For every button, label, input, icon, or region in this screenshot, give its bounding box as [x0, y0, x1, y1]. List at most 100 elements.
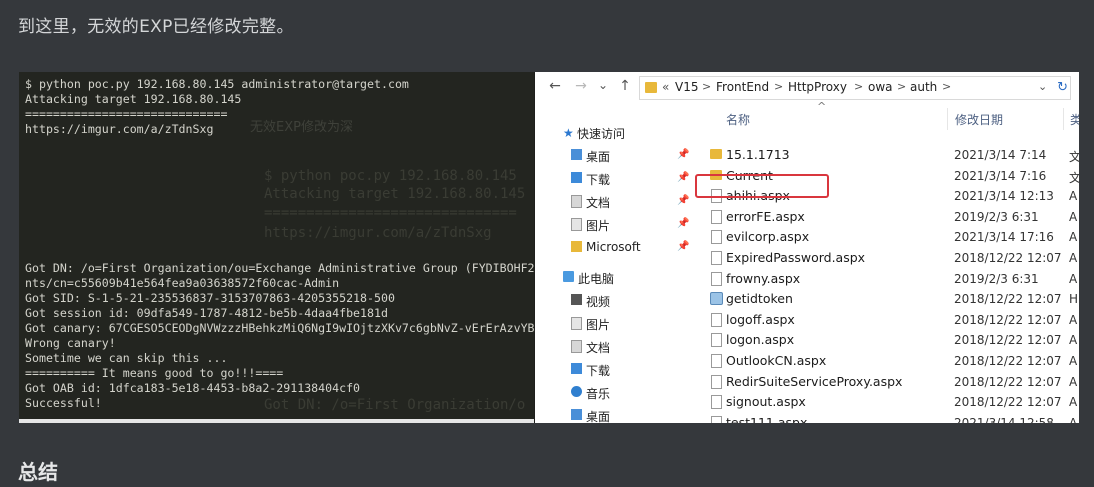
- nav-this-pc[interactable]: 此电脑: [578, 270, 614, 287]
- nav-pc-pictures[interactable]: 图片: [586, 316, 610, 333]
- chevron-right-icon[interactable]: >: [942, 80, 951, 93]
- pin-icon[interactable]: 📌: [677, 149, 689, 160]
- address-bar[interactable]: « V15 > FrontEnd > HttpProxy > owa > aut…: [639, 76, 1071, 100]
- ghost-line: Got DN: /o=First Organization/o: [264, 397, 526, 413]
- folder-icon: [571, 241, 582, 252]
- breadcrumb-auth[interactable]: auth: [910, 80, 937, 94]
- breadcrumb-v15[interactable]: V15: [675, 80, 698, 94]
- chevron-right-icon[interactable]: >: [774, 80, 783, 93]
- column-divider[interactable]: [947, 108, 948, 130]
- address-toolbar: ← → ⌄ ↑ « V15 > FrontEnd > HttpProxy > o…: [535, 72, 1079, 102]
- file-icon: [711, 354, 722, 368]
- file-row[interactable]: 15.1.1713 2021/3/14 7:14 文: [695, 145, 1079, 165]
- sort-ascending-icon: ^: [817, 100, 827, 113]
- pin-icon[interactable]: 📌: [677, 172, 689, 183]
- terminal-line: Got OAB id: 1dfca183-5e18-4453-b8a2-2911…: [25, 381, 361, 395]
- chevron-down-icon[interactable]: ⌄: [1038, 80, 1047, 93]
- nav-quick-access[interactable]: 快速访问: [577, 125, 625, 142]
- highlight-annotation: [695, 174, 829, 198]
- file-modified-date: 2019/2/3 6:31: [954, 209, 1039, 224]
- ghost-title-text: 无效EXP修改为深: [250, 120, 353, 135]
- chevron-right-icon[interactable]: >: [854, 80, 863, 93]
- file-name: ExpiredPassword.aspx: [726, 250, 866, 265]
- file-type: A: [1069, 374, 1078, 389]
- nav-downloads[interactable]: 下载: [586, 171, 610, 188]
- file-row[interactable]: OutlookCN.aspx 2018/12/22 12:07 A: [695, 351, 1079, 371]
- terminal-line: https://imgur.com/a/zTdnSxg: [25, 122, 214, 136]
- file-row[interactable]: evilcorp.aspx 2021/3/14 17:16 A: [695, 227, 1079, 247]
- file-type: A: [1069, 209, 1078, 224]
- music-icon: [571, 386, 582, 397]
- section-heading: 总结: [18, 460, 58, 484]
- terminal-line: nts/cn=c55609b41e564fea9a03638572f60cac-…: [25, 276, 340, 290]
- nav-pictures[interactable]: 图片: [586, 217, 610, 234]
- terminal-line: =============================: [25, 107, 228, 121]
- download-icon: [571, 172, 582, 183]
- file-icon: [711, 271, 722, 286]
- nav-music[interactable]: 音乐: [586, 385, 610, 402]
- pin-icon[interactable]: 📌: [677, 218, 689, 229]
- chevron-right-icon[interactable]: >: [897, 80, 906, 93]
- documents-icon: [571, 340, 582, 353]
- terminal-scrollbar[interactable]: [19, 419, 534, 423]
- nav-pc-downloads[interactable]: 下载: [586, 362, 610, 379]
- nav-desktop[interactable]: 桌面: [586, 148, 610, 165]
- file-icon: [711, 415, 722, 423]
- breadcrumb-overflow[interactable]: «: [662, 80, 669, 94]
- nav-pc-documents[interactable]: 文档: [586, 339, 610, 356]
- nav-pc-desktop[interactable]: 桌面: [586, 408, 610, 423]
- page-icon: [710, 292, 723, 306]
- file-row[interactable]: logoff.aspx 2018/12/22 12:07 A: [695, 310, 1079, 330]
- file-row[interactable]: getidtoken 2018/12/22 12:07 H: [695, 289, 1079, 309]
- file-modified-date: 2018/12/22 12:07: [954, 251, 1062, 265]
- terminal-line: $ python poc.py 192.168.80.145 administr…: [25, 77, 409, 91]
- terminal-line: Successful!: [25, 396, 102, 410]
- file-modified-date: 2021/3/14 12:13: [954, 189, 1054, 204]
- nav-documents[interactable]: 文档: [586, 194, 610, 211]
- chevron-right-icon[interactable]: >: [702, 80, 711, 93]
- forward-arrow-icon[interactable]: →: [573, 78, 589, 94]
- file-modified-date: 2018/12/22 12:07: [954, 333, 1062, 348]
- file-icon: [711, 251, 722, 265]
- terminal-line: Wrong canary!: [25, 336, 116, 350]
- file-row[interactable]: logon.aspx 2018/12/22 12:07 A: [695, 330, 1079, 350]
- file-modified-date: 2021/3/14 7:16: [954, 168, 1047, 183]
- file-icon: [711, 230, 722, 245]
- file-row[interactable]: RedirSuiteServiceProxy.aspx 2018/12/22 12…: [695, 372, 1079, 392]
- file-icon: [711, 374, 722, 389]
- nav-videos[interactable]: 视频: [586, 293, 610, 310]
- file-modified-date: 2019/2/3 6:31: [954, 271, 1039, 286]
- file-name: logon.aspx: [726, 332, 795, 348]
- breadcrumb-frontend[interactable]: FrontEnd: [716, 80, 769, 94]
- back-arrow-icon[interactable]: ←: [547, 78, 563, 94]
- documents-icon: [571, 195, 582, 208]
- terminal-line: Got SID: S-1-5-21-235536837-3153707863-4…: [25, 291, 395, 305]
- breadcrumb-httpproxy[interactable]: HttpProxy: [788, 80, 847, 94]
- article-intro-text: 到这里，无效的EXP已经修改完整。: [18, 17, 294, 37]
- recent-locations-icon[interactable]: ⌄: [595, 78, 611, 92]
- terminal-line: Got canary: 67CGESO5CEODgNVWzzzHBehkzMiQ…: [25, 321, 534, 335]
- computer-icon: [563, 271, 574, 282]
- column-header-type[interactable]: 类: [1070, 111, 1079, 128]
- pin-icon[interactable]: 📌: [677, 241, 689, 252]
- nav-microsoft[interactable]: Microsoft: [586, 240, 641, 254]
- file-row[interactable]: errorFE.aspx 2019/2/3 6:31 A: [695, 207, 1079, 227]
- file-type: A: [1069, 415, 1078, 423]
- column-header-date[interactable]: 修改日期: [955, 111, 1003, 128]
- file-row[interactable]: frowny.aspx 2019/2/3 6:31 A: [695, 269, 1079, 289]
- pin-icon[interactable]: 📌: [677, 195, 689, 206]
- breadcrumb-owa[interactable]: owa: [868, 80, 893, 94]
- terminal-line: ========== It means good to go!!!====: [25, 366, 284, 380]
- file-icon: [711, 209, 722, 224]
- up-arrow-icon[interactable]: ↑: [617, 78, 633, 94]
- terminal-line: Attacking target 192.168.80.145: [25, 92, 242, 106]
- column-divider[interactable]: [1063, 108, 1064, 130]
- file-type: 文: [1069, 150, 1079, 164]
- file-icon: [711, 312, 722, 327]
- file-row[interactable]: ExpiredPassword.aspx 2018/12/22 12:07 A: [695, 248, 1079, 268]
- refresh-icon[interactable]: ↻: [1057, 80, 1068, 95]
- file-row[interactable]: signout.aspx 2018/12/22 12:07 A: [695, 392, 1079, 412]
- file-type: A: [1069, 271, 1078, 286]
- file-row[interactable]: test111.aspx 2021/3/14 12:58 A: [695, 413, 1079, 423]
- column-header-name[interactable]: 名称: [726, 111, 750, 128]
